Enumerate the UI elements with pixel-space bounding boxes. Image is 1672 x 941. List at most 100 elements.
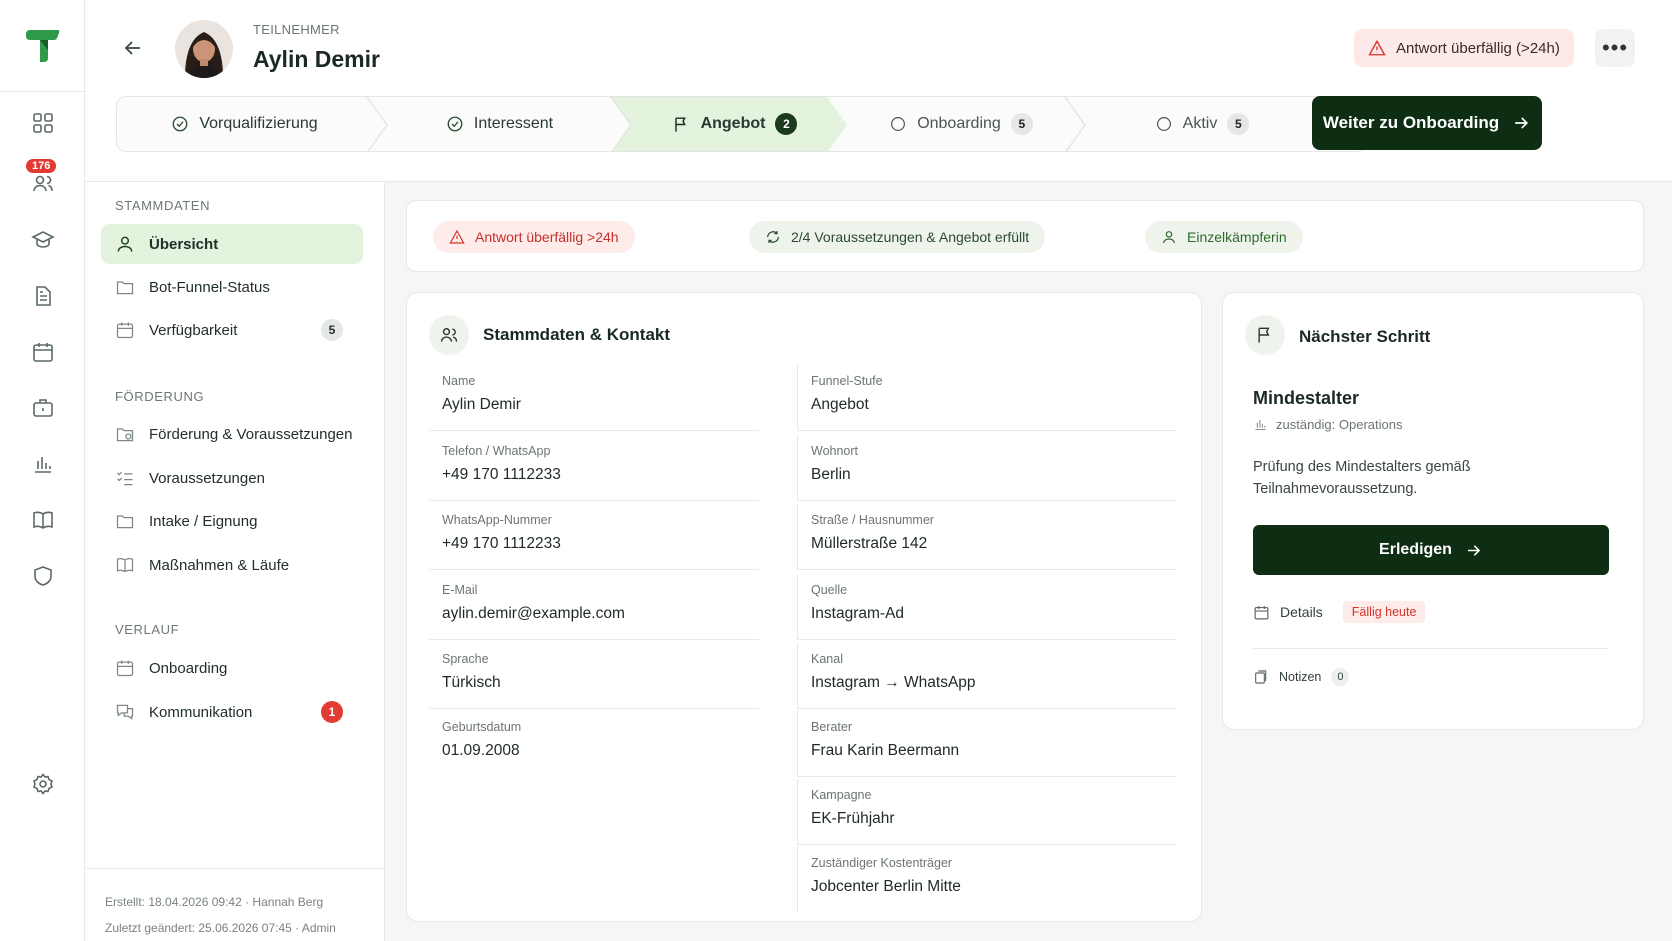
field-value[interactable]: Instagram → WhatsApp — [811, 674, 976, 692]
users-icon — [32, 175, 53, 192]
calendar-nav[interactable] — [0, 334, 85, 370]
field-value[interactable]: Instagram-Ad — [811, 605, 904, 623]
complete-task-button[interactable]: Erledigen — [1253, 525, 1609, 575]
avatar — [175, 20, 233, 78]
participants-nav[interactable]: 176 — [0, 159, 85, 201]
security-nav[interactable] — [0, 558, 85, 594]
sidebar-item-bot-funnel-status[interactable]: Bot-Funnel-Status — [101, 267, 363, 307]
field-label: Telefon / WhatsApp — [442, 444, 551, 458]
notes-link[interactable]: Notizen 0 — [1253, 668, 1350, 686]
graduation-cap-icon — [30, 231, 55, 248]
detail-sidebar: STAMMDATEN Übersicht Bot-Funnel-Status V… — [85, 182, 385, 941]
persona-chip[interactable]: Einzelkämpferin — [1145, 221, 1303, 253]
sidebar-item-onboarding[interactable]: Onboarding — [101, 648, 363, 688]
field-label: Sprache — [442, 652, 489, 666]
field-value[interactable]: aylin.demir@example.com — [442, 605, 625, 623]
details-label: Details — [1280, 604, 1323, 620]
field-label: WhatsApp-Nummer — [442, 513, 552, 527]
chip-label: Einzelkämpferin — [1187, 229, 1287, 245]
next-stage-button[interactable]: Weiter zu Onboarding — [1312, 96, 1542, 150]
field-value[interactable]: +49 170 1112233 — [442, 466, 561, 484]
next-step-icon-wrap — [1245, 315, 1285, 355]
divider — [1253, 648, 1609, 649]
created-info: Erstellt: 18.04.2026 09:42 · Hannah Berg — [105, 895, 324, 909]
more-actions-button[interactable]: ••• — [1595, 29, 1635, 67]
dashboard-nav[interactable] — [0, 105, 85, 141]
field-value[interactable]: Jobcenter Berlin Mitte — [811, 878, 961, 896]
field-label: Berater — [811, 720, 852, 734]
sidebar-item-verfuegbarkeit[interactable]: Verfügbarkeit 5 — [101, 310, 363, 350]
field-value[interactable]: Berlin — [811, 466, 851, 484]
sidebar-item-uebersicht[interactable]: Übersicht — [101, 224, 363, 264]
check-circle-icon — [172, 116, 188, 132]
step-count: 5 — [1227, 113, 1250, 135]
sidebar-item-voraussetzungen[interactable]: Voraussetzungen — [101, 458, 363, 498]
overdue-alert-button[interactable]: Antwort überfällig (>24h) — [1354, 29, 1574, 67]
field-value[interactable]: Türkisch — [442, 674, 501, 692]
documents-nav[interactable] — [0, 278, 85, 314]
circle-icon — [891, 117, 906, 131]
field-value[interactable]: Angebot — [811, 396, 869, 414]
field-whatsapp: WhatsApp-Nummer +49 170 1112233 — [429, 504, 759, 570]
step-vorqualifizierung[interactable]: Vorqualifizierung — [117, 97, 372, 151]
record-meta: Erstellt: 18.04.2026 09:42 · Hannah Berg… — [85, 868, 384, 941]
field-city: Wohnort Berlin — [797, 435, 1177, 501]
field-value[interactable]: +49 170 1112233 — [442, 535, 561, 553]
sidebar-item-label: Förderung & Voraussetzungen — [149, 425, 353, 443]
arrow-right-icon — [1515, 117, 1529, 129]
requirements-chip[interactable]: 2/4 Voraussetzungen & Angebot erfüllt — [749, 221, 1046, 253]
step-onboarding[interactable]: Onboarding 5 — [852, 97, 1070, 151]
field-advisor: Berater Frau Karin Beermann — [797, 711, 1177, 777]
sidebar-item-foerderung[interactable]: Förderung & Voraussetzungen — [101, 414, 363, 454]
details-link[interactable]: Details Fällig heute — [1253, 601, 1426, 623]
calendar-icon — [1254, 605, 1269, 619]
field-label: Geburtsdatum — [442, 720, 522, 734]
field-value[interactable]: Frau Karin Beermann — [811, 742, 959, 760]
field-label: Zuständiger Kostenträger — [811, 856, 953, 870]
field-value[interactable]: EK-Frühjahr — [811, 810, 895, 828]
step-angebot[interactable]: Angebot 2 — [627, 97, 842, 151]
courses-nav[interactable] — [0, 222, 85, 258]
arrow-right-icon — [1467, 544, 1481, 556]
chip-label: Antwort überfällig >24h — [475, 229, 619, 245]
overdue-alert-label: Antwort überfällig (>24h) — [1396, 39, 1560, 57]
field-name: Name Aylin Demir — [429, 365, 759, 431]
bar-chart-icon — [1255, 420, 1266, 431]
flag-icon — [1258, 327, 1270, 343]
modified-info: Zuletzt geändert: 25.06.2026 07:45 · Adm… — [105, 921, 336, 935]
document-icon — [35, 286, 51, 306]
jobs-nav[interactable] — [0, 390, 85, 426]
field-value[interactable]: Aylin Demir — [442, 396, 521, 414]
task-title: Mindestalter — [1253, 388, 1360, 408]
settings-nav[interactable] — [0, 766, 85, 802]
step-aktiv[interactable]: Aktiv 5 — [1082, 97, 1322, 151]
sidebar-item-label: Maßnahmen & Läufe — [149, 556, 290, 574]
calendar-icon — [116, 322, 134, 339]
field-phone: Telefon / WhatsApp +49 170 1112233 — [429, 435, 759, 501]
sidebar-item-massnahmen[interactable]: Maßnahmen & Läufe — [101, 545, 363, 585]
task-description-line: Teilnahmevoraussetzung. — [1253, 481, 1418, 497]
step-label: Interessent — [473, 115, 554, 132]
field-label: Quelle — [811, 583, 848, 597]
briefcase-icon — [32, 399, 53, 417]
field-value[interactable]: Müllerstraße 142 — [811, 535, 927, 553]
folder-icon — [116, 281, 134, 295]
sidebar-item-intake[interactable]: Intake / Eignung — [101, 501, 363, 541]
reports-nav[interactable] — [0, 446, 85, 482]
section-heading: VERLAUF — [115, 622, 180, 637]
status-chips-bar: Antwort überfällig >24h 2/4 Voraussetzun… — [406, 200, 1644, 272]
grid-icon — [32, 113, 53, 133]
library-nav[interactable] — [0, 502, 85, 538]
sidebar-item-kommunikation[interactable]: Kommunikation 1 — [101, 692, 363, 732]
arrow-left-icon — [124, 41, 140, 55]
user-icon — [117, 236, 133, 252]
app-logo[interactable] — [0, 0, 84, 92]
brand-logo-icon — [26, 29, 60, 62]
step-interessent[interactable]: Interessent — [382, 97, 617, 151]
field-value[interactable]: 01.09.2008 — [442, 742, 520, 760]
back-button[interactable] — [121, 36, 151, 66]
settings-icon — [32, 773, 53, 795]
app-rail: 176 — [0, 0, 85, 941]
calendar-icon — [116, 660, 134, 677]
overdue-chip[interactable]: Antwort überfällig >24h — [433, 221, 635, 253]
